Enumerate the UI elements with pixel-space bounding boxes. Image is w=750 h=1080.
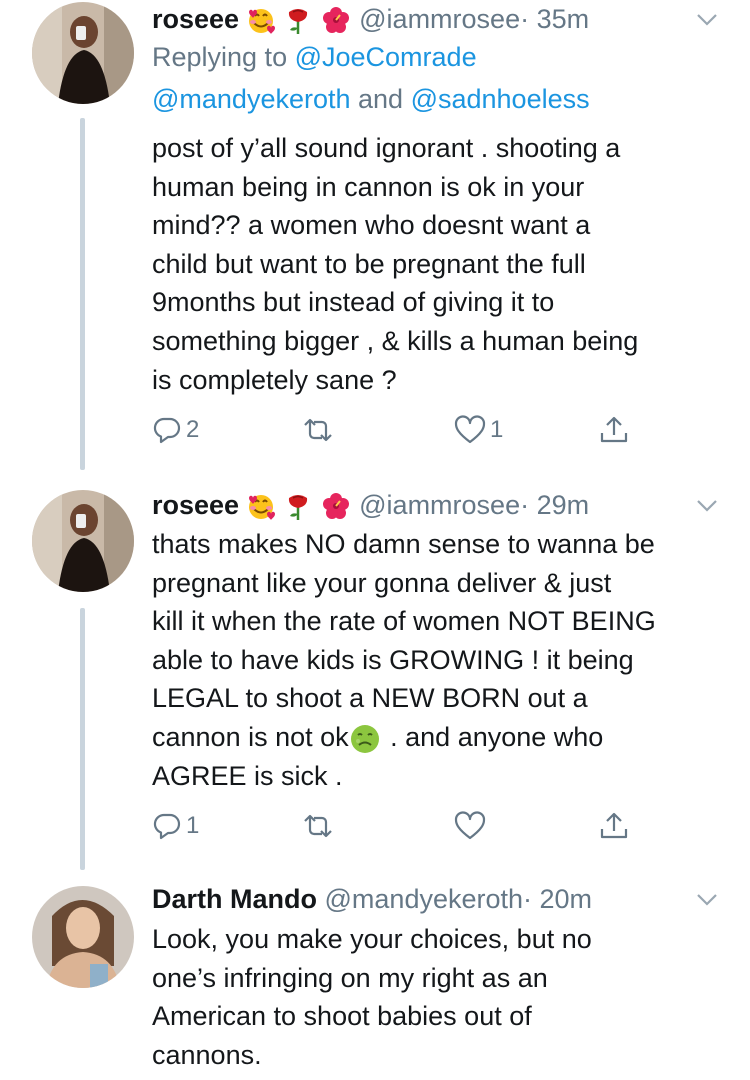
retweet-icon (304, 814, 332, 838)
mention-link[interactable]: @sadnhoeless (411, 84, 590, 114)
text-line: 9months but instead of giving it to (152, 287, 555, 318)
rose-emoji (287, 7, 309, 36)
text-line: cannons. (152, 1039, 262, 1070)
heart-icon (454, 415, 486, 444)
tweet-2[interactable]: roseee @iammrosee· 29m thats makes NO da… (0, 470, 750, 880)
avatar[interactable] (32, 2, 134, 104)
text-line: kill it when the rate of women NOT BEING (152, 606, 656, 637)
tweet-3[interactable]: Darth Mando @mandyekeroth· 20m Look, you… (0, 880, 750, 1080)
tweet-1[interactable]: roseee @iammrosee· 35m Replying to @JoeC… (0, 0, 750, 470)
text-segment: . and anyone who (382, 721, 604, 752)
reply-count: 1 (186, 812, 200, 839)
tweet-header: roseee @iammrosee· 29m (152, 488, 690, 522)
text-line: child but want to be pregnant the full (152, 248, 586, 279)
text-line: human being in cannon is ok in your (152, 171, 585, 202)
tweet-text: thats makes NO damn sense to wanna be pr… (152, 525, 732, 795)
chevron-down-icon[interactable] (694, 492, 720, 518)
timestamp[interactable]: · 20m (523, 884, 592, 914)
text-line: post of y’all sound ignorant . shooting … (152, 133, 621, 163)
hibiscus-emoji (321, 491, 350, 520)
username[interactable]: @iammrosee (359, 4, 520, 34)
text-line: pregnant like your gonna deliver & just (152, 567, 612, 598)
text-line: Look, you make your choices, but no (152, 924, 592, 954)
reply-button[interactable]: 1 (152, 806, 199, 846)
timestamp[interactable]: · 29m (520, 490, 589, 520)
replying-to-line2: @mandyekeroth and @sadnhoeless (152, 78, 590, 120)
retweet-icon (304, 418, 332, 442)
tweet-header: roseee @iammrosee· 35m (152, 2, 690, 36)
rose-emoji (287, 493, 309, 522)
like-button[interactable]: 1 (454, 410, 503, 450)
username[interactable]: @iammrosee (359, 490, 520, 520)
avatar[interactable] (32, 490, 134, 592)
reply-icon (153, 417, 181, 444)
tweet-actions: 2 1 (152, 410, 652, 450)
display-name[interactable]: roseee (152, 490, 239, 520)
reply-icon (153, 813, 181, 840)
avatar-image (32, 490, 134, 592)
smiling-face-with-hearts-emoji (247, 493, 275, 521)
share-button[interactable] (598, 410, 630, 450)
retweet-button[interactable] (300, 410, 340, 450)
replying-to-label: Replying to (152, 42, 295, 72)
smiling-face-with-hearts-emoji (247, 7, 275, 35)
heart-icon (454, 811, 486, 840)
tweet-header: Darth Mando @mandyekeroth· 20m (152, 882, 690, 916)
share-icon (600, 416, 628, 443)
text-line: one’s infringing on my right as an (152, 962, 548, 993)
tweet-actions: 1 (152, 806, 652, 846)
retweet-button[interactable] (300, 806, 340, 846)
reply-count: 2 (186, 416, 200, 443)
text-line: LEGAL to shoot a NEW BORN out a (152, 683, 588, 714)
tweet-text: Look, you make your choices, but no one’… (152, 920, 732, 1074)
thread-line (80, 608, 85, 870)
display-name[interactable]: Darth Mando (152, 884, 317, 914)
reply-button[interactable]: 2 (152, 410, 199, 450)
chevron-down-icon[interactable] (694, 6, 720, 32)
text-line: thats makes NO damn sense to wanna be (152, 529, 655, 559)
mention-link[interactable]: @JoeComrade (295, 42, 477, 72)
text-line: American to shoot babies out of (152, 1001, 532, 1032)
text-line: AGREE is sick . (152, 760, 343, 791)
thread-line (80, 118, 85, 470)
nauseated-face-emoji (350, 724, 379, 753)
share-button[interactable] (598, 806, 630, 846)
text-segment: cannon is not ok (152, 721, 349, 752)
tweet-text: post of y’all sound ignorant . shooting … (152, 129, 732, 399)
avatar-image (32, 2, 134, 104)
replying-to: Replying to @JoeComrade (152, 36, 477, 78)
like-count: 1 (490, 416, 504, 443)
chevron-down-icon[interactable] (694, 886, 720, 912)
text-line: is completely sane ? (152, 364, 397, 395)
timestamp[interactable]: · 35m (520, 4, 589, 34)
avatar-image (32, 886, 134, 988)
like-button[interactable] (454, 806, 490, 846)
mention-link[interactable]: @mandyekeroth (152, 84, 351, 114)
display-name[interactable]: roseee (152, 4, 239, 34)
and-label: and (350, 84, 411, 114)
hibiscus-emoji (321, 5, 350, 34)
text-line: mind?? a women who doesnt want a (152, 210, 591, 241)
text-line-with-emoji: cannon is not ok . and anyone who (152, 718, 732, 757)
text-line: something bigger , & kills a human being (152, 325, 639, 356)
username[interactable]: @mandyekeroth (325, 884, 524, 914)
text-line: able to have kids is GROWING ! it being (152, 644, 634, 675)
avatar[interactable] (32, 886, 134, 988)
share-icon (600, 812, 628, 839)
